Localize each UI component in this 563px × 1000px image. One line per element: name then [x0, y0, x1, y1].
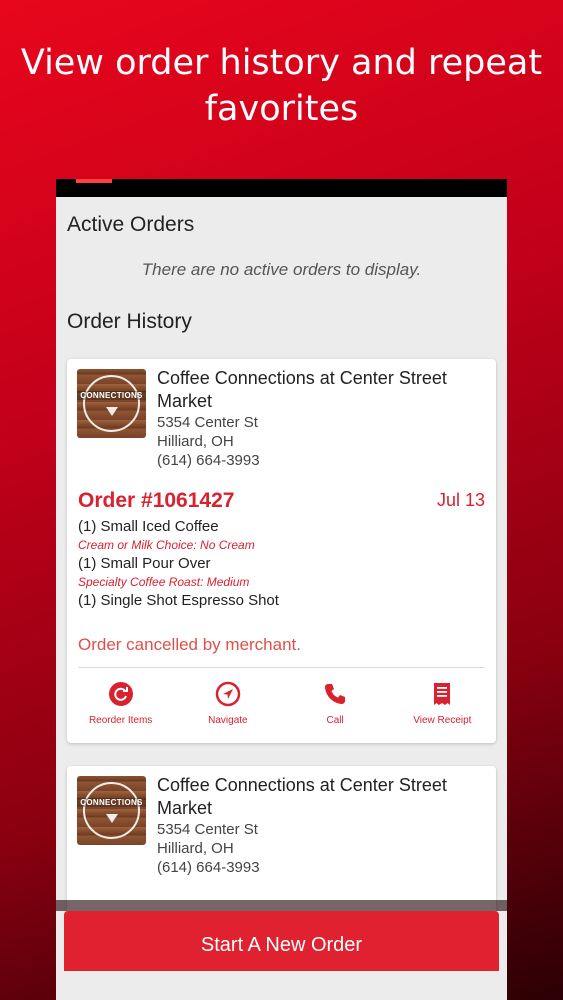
order-history-title: Order History — [67, 310, 192, 333]
merchant-info: Coffee Connections at Center Street Mark… — [157, 367, 487, 470]
navigate-label: Navigate — [208, 715, 248, 726]
merchant-logo: CONNECTIONS — [77, 369, 146, 438]
logo-text: CONNECTIONS — [77, 391, 146, 400]
call-button[interactable]: Call — [282, 677, 389, 726]
merchant-address: 5354 Center St — [157, 821, 258, 838]
navigate-icon — [215, 681, 241, 707]
merchant-name-line1: Coffee Connections at Center Street — [157, 368, 447, 388]
order-item: (1) Single Shot Espresso Shot — [78, 592, 279, 609]
order-items: (1) Small Iced Coffee Cream or Milk Choi… — [78, 517, 478, 610]
order-card: CONNECTIONS Coffee Connections at Center… — [67, 359, 496, 743]
merchant-name-line2: Market — [157, 391, 213, 411]
card-divider — [78, 667, 485, 668]
logo-ring — [83, 375, 140, 432]
order-item: (1) Small Pour Over — [78, 555, 211, 572]
logo-ring — [83, 782, 140, 839]
merchant-city: Hilliard, OH — [157, 433, 234, 450]
view-receipt-label: View Receipt — [413, 715, 472, 726]
order-item-modifier: Specialty Coffee Roast: Medium — [78, 575, 250, 589]
merchant-address: 5354 Center St — [157, 414, 258, 431]
merchant-name-line2: Market — [157, 798, 213, 818]
reorder-items-label: Reorder Items — [88, 715, 153, 726]
navigate-button[interactable]: Navigate — [174, 677, 281, 726]
status-bar — [56, 179, 507, 197]
reorder-icon — [108, 682, 133, 706]
status-indicator — [76, 179, 112, 183]
promo-title: View order history and repeat favorites — [0, 40, 563, 132]
start-new-order-button[interactable]: Start A New Order — [64, 911, 499, 971]
promo-title-line1: View order history and repeat — [20, 43, 543, 83]
bottom-shadow — [56, 900, 507, 911]
logo-triangle — [106, 814, 118, 823]
order-status-message: Order cancelled by merchant. — [78, 635, 301, 654]
view-receipt-button[interactable]: View Receipt — [389, 677, 496, 726]
phone-icon — [325, 684, 346, 704]
empty-active-orders-message: There are no active orders to display. — [141, 260, 422, 279]
receipt-icon — [434, 683, 451, 705]
promo-title-line2: favorites — [204, 89, 359, 129]
order-actions: Reorder Items Navigate Call View Receipt — [67, 677, 496, 726]
order-item-modifier: Cream or Milk Choice: No Cream — [78, 538, 255, 552]
logo-triangle — [106, 407, 118, 416]
merchant-info: Coffee Connections at Center Street Mark… — [157, 774, 487, 877]
phone-screen: Active Orders There are no active orders… — [56, 179, 507, 1000]
order-number: Order #1061427 — [78, 489, 235, 512]
order-date: Jul 13 — [436, 490, 485, 510]
active-orders-title: Active Orders — [67, 213, 195, 236]
merchant-logo: CONNECTIONS — [77, 776, 146, 845]
call-label: Call — [326, 715, 344, 726]
reorder-items-button[interactable]: Reorder Items — [67, 677, 174, 726]
merchant-phone: (614) 664-3993 — [157, 452, 260, 469]
logo-text: CONNECTIONS — [77, 798, 146, 807]
merchant-city: Hilliard, OH — [157, 840, 234, 857]
merchant-phone: (614) 664-3993 — [157, 859, 260, 876]
order-item: (1) Small Iced Coffee — [78, 518, 219, 535]
merchant-name-line1: Coffee Connections at Center Street — [157, 775, 447, 795]
